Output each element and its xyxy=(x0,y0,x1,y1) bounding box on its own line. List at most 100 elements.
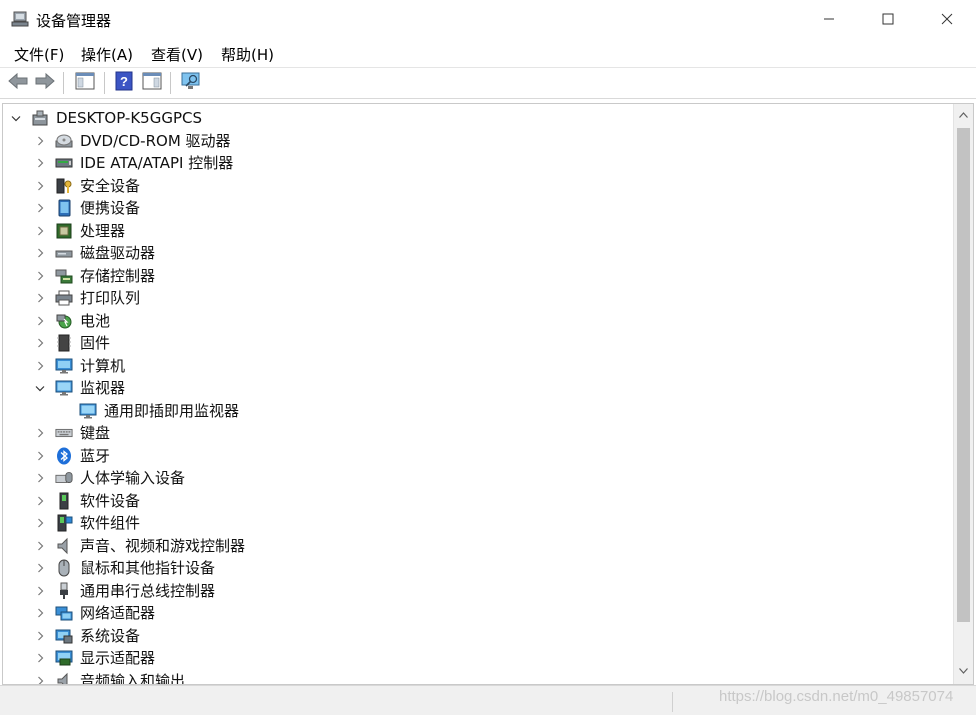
tree-item[interactable]: 网络适配器 xyxy=(33,602,155,624)
menu-action[interactable]: 操作(A) xyxy=(79,44,135,65)
tree-item[interactable]: 存储控制器 xyxy=(33,265,155,287)
tree-item-label: 人体学输入设备 xyxy=(80,469,186,487)
chevron-right-icon[interactable] xyxy=(33,359,47,373)
dvd-drive-icon xyxy=(55,132,73,150)
tree-item[interactable]: 计算机 xyxy=(33,355,125,377)
properties-pane-icon xyxy=(75,72,95,94)
computer-monitor-icon xyxy=(55,357,73,375)
tree-item-label: 蓝牙 xyxy=(80,446,111,465)
tree-child-item[interactable]: 通用即插即用监视器 xyxy=(57,400,239,422)
chevron-right-icon[interactable] xyxy=(33,449,47,463)
chevron-right-icon[interactable] xyxy=(33,246,47,260)
help-icon: ? xyxy=(115,71,133,95)
chevron-down-icon[interactable] xyxy=(33,381,47,395)
tree-item[interactable]: IDE ATA/ATAPI 控制器 xyxy=(33,152,233,174)
menu-help[interactable]: 帮助(H) xyxy=(219,44,276,65)
maximize-icon xyxy=(882,10,894,29)
menu-view[interactable]: 查看(V) xyxy=(149,44,205,65)
maximize-button[interactable] xyxy=(858,0,917,38)
software-component-icon xyxy=(55,514,73,532)
tree-item[interactable]: 蓝牙 xyxy=(33,445,110,467)
tree-item[interactable]: 便携设备 xyxy=(33,197,140,219)
tree-item-label: 鼠标和其他指针设备 xyxy=(80,559,216,577)
tree-item-label: 安全设备 xyxy=(80,176,141,195)
tree-root[interactable]: DESKTOP-K5GGPCS xyxy=(9,107,202,129)
tree-item[interactable]: 键盘 xyxy=(33,422,110,444)
status-separator xyxy=(672,692,673,712)
show-hide-pane-button[interactable] xyxy=(140,71,164,95)
tree-item[interactable]: 软件组件 xyxy=(33,512,140,534)
watermark-text: https://blog.csdn.net/m0_49857074 xyxy=(719,688,954,705)
minimize-button[interactable] xyxy=(799,0,858,38)
monitor-icon xyxy=(79,402,97,420)
vertical-scrollbar[interactable] xyxy=(953,104,973,684)
close-button[interactable] xyxy=(917,0,976,38)
chevron-right-icon[interactable] xyxy=(33,291,47,305)
tree-item-label: 软件组件 xyxy=(80,514,141,532)
portable-device-icon xyxy=(55,199,73,217)
scroll-thumb[interactable] xyxy=(957,128,970,622)
back-button[interactable] xyxy=(6,71,30,95)
tree-item[interactable]: DVD/CD-ROM 驱动器 xyxy=(33,130,231,152)
tree-item[interactable]: 软件设备 xyxy=(33,490,140,512)
tree-item[interactable]: 固件 xyxy=(33,332,110,354)
chevron-right-icon[interactable] xyxy=(33,674,47,684)
monitor-icon xyxy=(55,379,73,397)
chevron-right-icon[interactable] xyxy=(33,224,47,238)
properties-pane-button[interactable] xyxy=(73,71,97,95)
tree-item[interactable]: 系统设备 xyxy=(33,625,140,647)
menu-file[interactable]: 文件(F) xyxy=(12,44,66,65)
scan-hardware-button[interactable] xyxy=(179,71,203,95)
help-button[interactable]: ? xyxy=(112,71,136,95)
usb-icon xyxy=(55,582,73,600)
chevron-right-icon[interactable] xyxy=(33,426,47,440)
speaker-icon xyxy=(55,537,73,555)
chevron-right-icon[interactable] xyxy=(33,606,47,620)
chevron-right-icon[interactable] xyxy=(33,539,47,553)
forward-button[interactable] xyxy=(33,71,57,95)
chevron-right-icon[interactable] xyxy=(33,134,47,148)
chevron-right-icon[interactable] xyxy=(33,179,47,193)
scroll-down-button[interactable] xyxy=(954,662,973,682)
chevron-right-icon[interactable] xyxy=(33,201,47,215)
bluetooth-icon xyxy=(55,447,73,465)
tree-item[interactable]: 电池 xyxy=(33,310,110,332)
tree-item-label: 处理器 xyxy=(80,221,126,240)
tree-item[interactable]: 人体学输入设备 xyxy=(33,467,185,489)
tree-item-label: 存储控制器 xyxy=(80,266,156,285)
chevron-right-icon[interactable] xyxy=(33,336,47,350)
toolbar-separator xyxy=(104,72,105,94)
chevron-right-icon[interactable] xyxy=(33,269,47,283)
window-title: 设备管理器 xyxy=(36,12,112,30)
chevron-down-icon xyxy=(959,667,968,677)
chevron-down-icon[interactable] xyxy=(9,111,23,125)
scroll-up-button[interactable] xyxy=(954,106,973,126)
chevron-right-icon[interactable] xyxy=(33,516,47,530)
tree-item[interactable]: 打印队列 xyxy=(33,287,140,309)
tree-item[interactable]: 磁盘驱动器 xyxy=(33,242,155,264)
tree-item[interactable]: 通用串行总线控制器 xyxy=(33,580,215,602)
chevron-right-icon[interactable] xyxy=(33,156,47,170)
chevron-right-icon[interactable] xyxy=(33,651,47,665)
toolbar-separator xyxy=(63,72,64,94)
chevron-right-icon[interactable] xyxy=(33,314,47,328)
tree-item[interactable]: 显示适配器 xyxy=(33,647,155,669)
tree-item-label: 声音、视频和游戏控制器 xyxy=(80,536,246,555)
tree-item[interactable]: 鼠标和其他指针设备 xyxy=(33,557,215,579)
chevron-right-icon[interactable] xyxy=(33,561,47,575)
tree-item[interactable]: 处理器 xyxy=(33,220,125,242)
battery-icon xyxy=(55,312,73,330)
tree-item-label: 便携设备 xyxy=(80,199,141,217)
chevron-right-icon[interactable] xyxy=(33,471,47,485)
chevron-right-icon[interactable] xyxy=(33,584,47,598)
tree-item[interactable]: 音频输入和输出 xyxy=(33,670,185,684)
storage-controller-icon xyxy=(55,267,73,285)
tree-item[interactable]: 声音、视频和游戏控制器 xyxy=(33,535,245,557)
tree-item[interactable]: 安全设备 xyxy=(33,175,140,197)
tree-item[interactable]: 监视器 xyxy=(33,377,125,399)
display-adapter-icon xyxy=(55,649,73,667)
chevron-right-icon[interactable] xyxy=(33,629,47,643)
chevron-right-icon[interactable] xyxy=(33,494,47,508)
firmware-icon xyxy=(55,334,73,352)
